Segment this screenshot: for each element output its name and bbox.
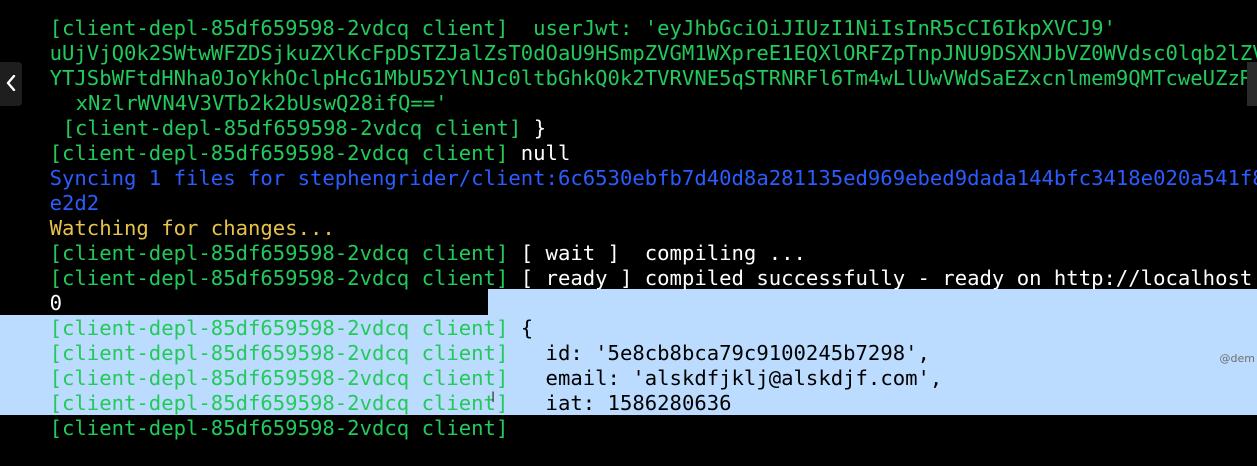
terminal-line: [client-depl-85df659598-2vdcq client] id… [0,316,930,365]
chevron-left-icon [6,72,16,96]
terminal-window[interactable]: [client-depl-85df659598-2vdcq client] us… [0,0,1257,440]
log-prefix: [client-depl-85df659598-2vdcq client] [49,416,509,440]
text-cursor-icon: I [491,390,496,406]
log-prefix: [client-depl-85df659598-2vdcq client] [49,266,509,290]
sync-text: Syncing 1 files for stephengrider/client… [49,166,1257,190]
text-selection [488,289,1257,315]
terminal-line: Watching for changes... [0,191,335,240]
terminal-line: [client-depl-85df659598-2vdcq client] } [13,91,547,140]
terminal-line: Syncing 1 files for stephengrider/client… [0,141,1257,190]
next-button[interactable] [1247,62,1257,106]
terminal-line: [client-depl-85df659598-2vdcq client] { [0,291,534,340]
log-text: [ ready ] compiled successfully - ready … [508,266,1257,290]
terminal-line: [client-depl-85df659598-2vdcq client] [ … [0,216,806,265]
log-text: } [508,416,534,440]
terminal-line: xNzlrWVN4V3VTb2k2bUswQ28ifQ==' [26,66,448,115]
watermark: @dem [1219,352,1255,365]
terminal-line: [client-depl-85df659598-2vdcq client] em… [0,341,943,390]
terminal-line: [client-depl-85df659598-2vdcq client] nu… [0,116,571,165]
terminal-line: [client-depl-85df659598-2vdcq client] } [0,391,534,440]
terminal-line: 0 [0,266,62,315]
terminal-line: YTJSbWFtdHNha0JoYkhOclpHcG1MbU52YlNJc0lt… [0,41,1257,90]
back-button[interactable] [0,62,22,106]
terminal-line: [client-depl-85df659598-2vdcq client] us… [0,0,1116,40]
terminal-line: [client-depl-85df659598-2vdcq client] ia… [0,366,732,415]
terminal-line: uUjVjQ0k2SWtwWFZDSjkuZXlKcFpDSTZJalZsT0d… [0,16,1257,65]
terminal-line: [client-depl-85df659598-2vdcq client] [ … [0,241,1257,290]
terminal-line: e2d2 [0,166,100,215]
log-text: iat: 1586280636 [508,391,732,415]
